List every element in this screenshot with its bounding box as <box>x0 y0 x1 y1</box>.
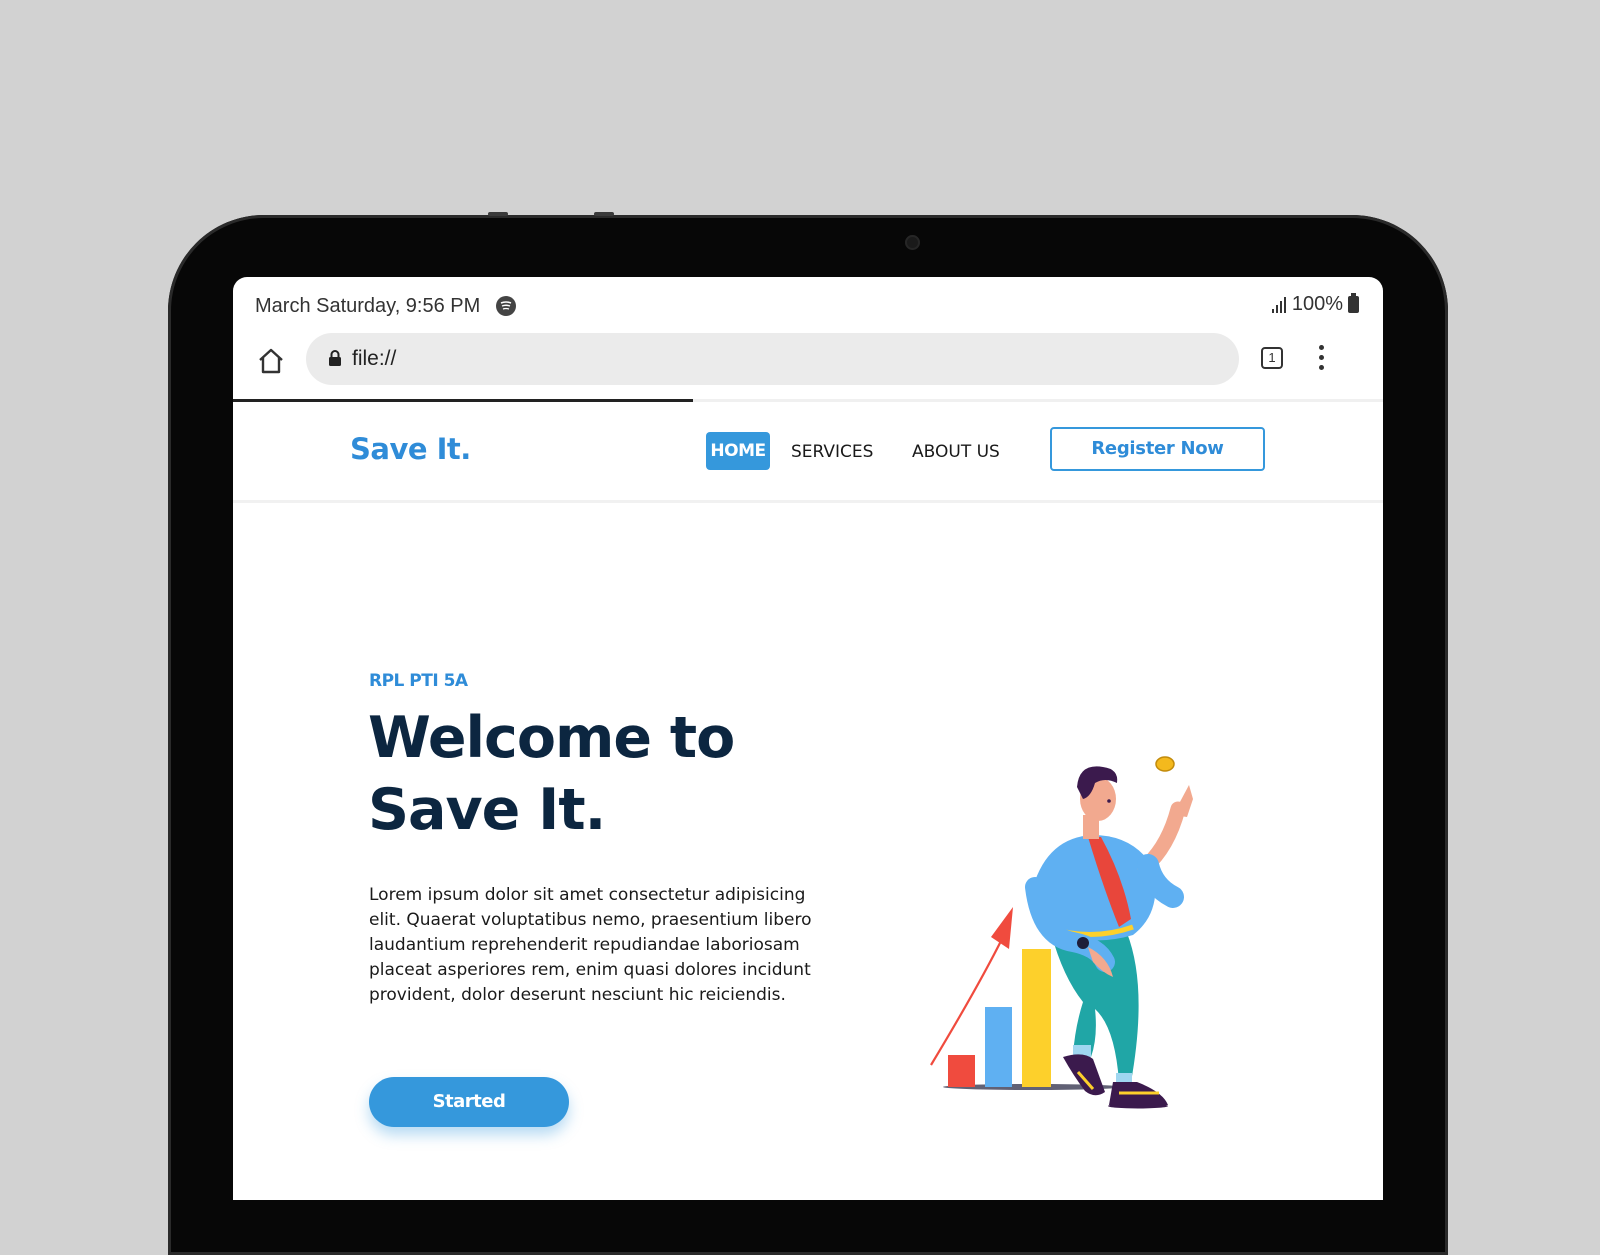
nav-about-link[interactable]: ABOUT US <box>912 442 1000 462</box>
site-navbar: Save It. HOME SERVICES ABOUT US Register… <box>233 402 1383 503</box>
more-menu-icon[interactable] <box>1317 345 1325 373</box>
finance-growth-illustration <box>930 756 1193 1109</box>
tabs-icon[interactable]: 1 <box>1261 347 1283 369</box>
register-now-button[interactable]: Register Now <box>1050 427 1265 471</box>
url-text[interactable]: file:// <box>352 347 396 371</box>
tablet-button <box>594 212 614 216</box>
tablet-button <box>488 212 508 216</box>
signal-icon <box>1271 296 1288 313</box>
hero-title: Welcome to Save It. <box>368 702 888 846</box>
site-logo[interactable]: Save It. <box>350 432 471 466</box>
battery-icon <box>1348 293 1359 313</box>
camera-icon <box>905 235 920 250</box>
battery-percent: 100% <box>1291 293 1343 315</box>
lock-icon <box>328 349 342 372</box>
tablet-screen: March Saturday, 9:56 PM 100% file:// 1 S… <box>233 277 1383 1200</box>
browser-toolbar: file:// 1 <box>233 333 1383 398</box>
address-bar[interactable]: file:// <box>306 333 1239 385</box>
bar-blue <box>985 1007 1012 1087</box>
spotify-icon <box>496 296 516 316</box>
started-button[interactable]: Started <box>369 1077 569 1127</box>
hero-eyebrow: RPL PTI 5A <box>369 671 468 691</box>
coin-icon <box>1155 756 1175 772</box>
hero-title-line-2: Save It. <box>368 777 606 843</box>
nav-home-link[interactable]: HOME <box>706 432 770 470</box>
bar-red <box>948 1055 975 1087</box>
status-time: March Saturday, 9:56 PM <box>255 295 481 317</box>
status-right: 100% <box>1271 293 1359 316</box>
nav-services-link[interactable]: SERVICES <box>791 442 873 462</box>
hero-description: Lorem ipsum dolor sit amet consectetur a… <box>369 885 812 1005</box>
home-icon[interactable] <box>255 345 287 377</box>
status-bar: March Saturday, 9:56 PM 100% <box>233 277 1383 333</box>
bar-yellow <box>1022 949 1051 1087</box>
hero-title-line-1: Welcome to <box>368 705 735 771</box>
